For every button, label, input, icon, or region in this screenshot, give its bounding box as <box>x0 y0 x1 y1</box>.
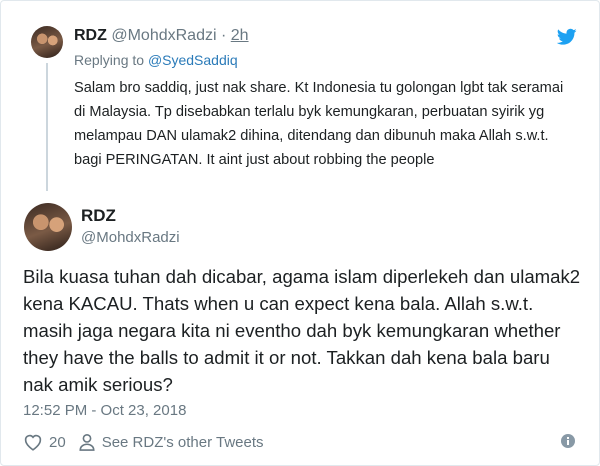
heart-icon[interactable] <box>23 433 43 451</box>
like-count[interactable]: 20 <box>49 434 66 451</box>
person-icon[interactable] <box>78 433 96 451</box>
info-icon[interactable] <box>561 434 575 448</box>
main-handle[interactable]: @MohdxRadzi <box>81 229 180 246</box>
main-tweet-text: Bila kuasa tuhan dah dicabar, agama isla… <box>23 266 581 395</box>
main-avatar[interactable] <box>24 203 72 251</box>
parent-tweet-text: Salam bro saddiq, just nak share. Kt Ind… <box>74 80 564 168</box>
parent-tweet-time[interactable]: 2h <box>231 27 249 44</box>
replying-to-label: Replying to <box>74 52 145 68</box>
parent-handle[interactable]: @MohdxRadzi <box>111 27 216 44</box>
tweet-embed-card: RDZ @MohdxRadzi · 2h Replying to @SyedSa… <box>0 0 600 466</box>
replying-to-mention[interactable]: @SyedSaddiq <box>148 52 238 68</box>
parent-avatar[interactable] <box>31 26 63 58</box>
thread-connector-line <box>46 63 48 191</box>
twitter-bird-icon[interactable] <box>557 28 577 46</box>
parent-tweet-header: RDZ @MohdxRadzi · 2h <box>74 27 249 45</box>
header-separator: · <box>220 27 227 44</box>
tweet-actions: 20 See RDZ's other Tweets <box>23 431 264 453</box>
main-display-name[interactable]: RDZ <box>81 206 116 226</box>
parent-display-name[interactable]: RDZ <box>74 27 107 44</box>
replying-to-line: Replying to @SyedSaddiq <box>74 52 238 68</box>
see-other-tweets-link[interactable]: See RDZ's other Tweets <box>102 434 264 451</box>
main-tweet-timestamp[interactable]: 12:52 PM - Oct 23, 2018 <box>23 402 186 419</box>
